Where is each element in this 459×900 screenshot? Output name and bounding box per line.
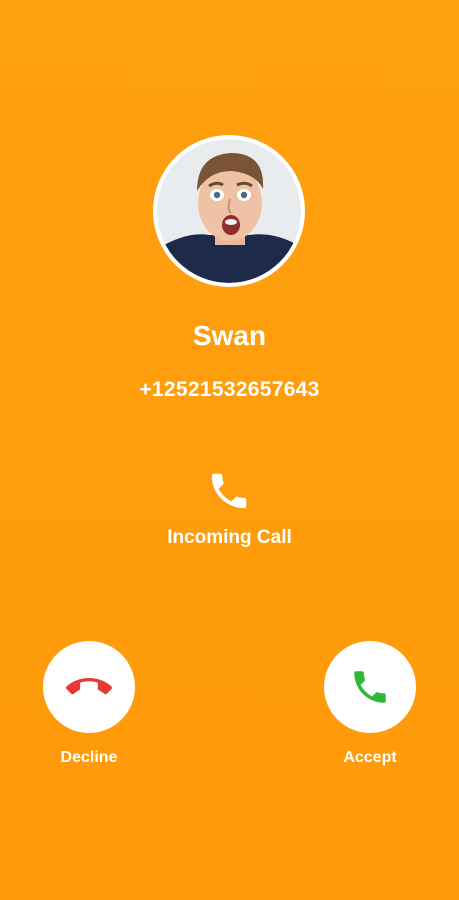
decline-button[interactable] [43, 641, 135, 733]
accept-label: Accept [343, 749, 397, 766]
avatar-photo [157, 139, 301, 283]
call-status-text: Incoming Call [167, 527, 292, 548]
phone-hangup-icon [66, 677, 112, 695]
phone-icon [211, 473, 247, 509]
caller-avatar [153, 135, 305, 287]
phone-icon [354, 671, 386, 703]
incoming-call-screen: Swan +12521532657643 Incoming Call Decli… [0, 0, 459, 900]
caller-name: Swan [192, 320, 267, 351]
caller-number: +12521532657643 [139, 378, 320, 401]
decline-label: Decline [60, 749, 118, 766]
accept-button[interactable] [324, 641, 416, 733]
